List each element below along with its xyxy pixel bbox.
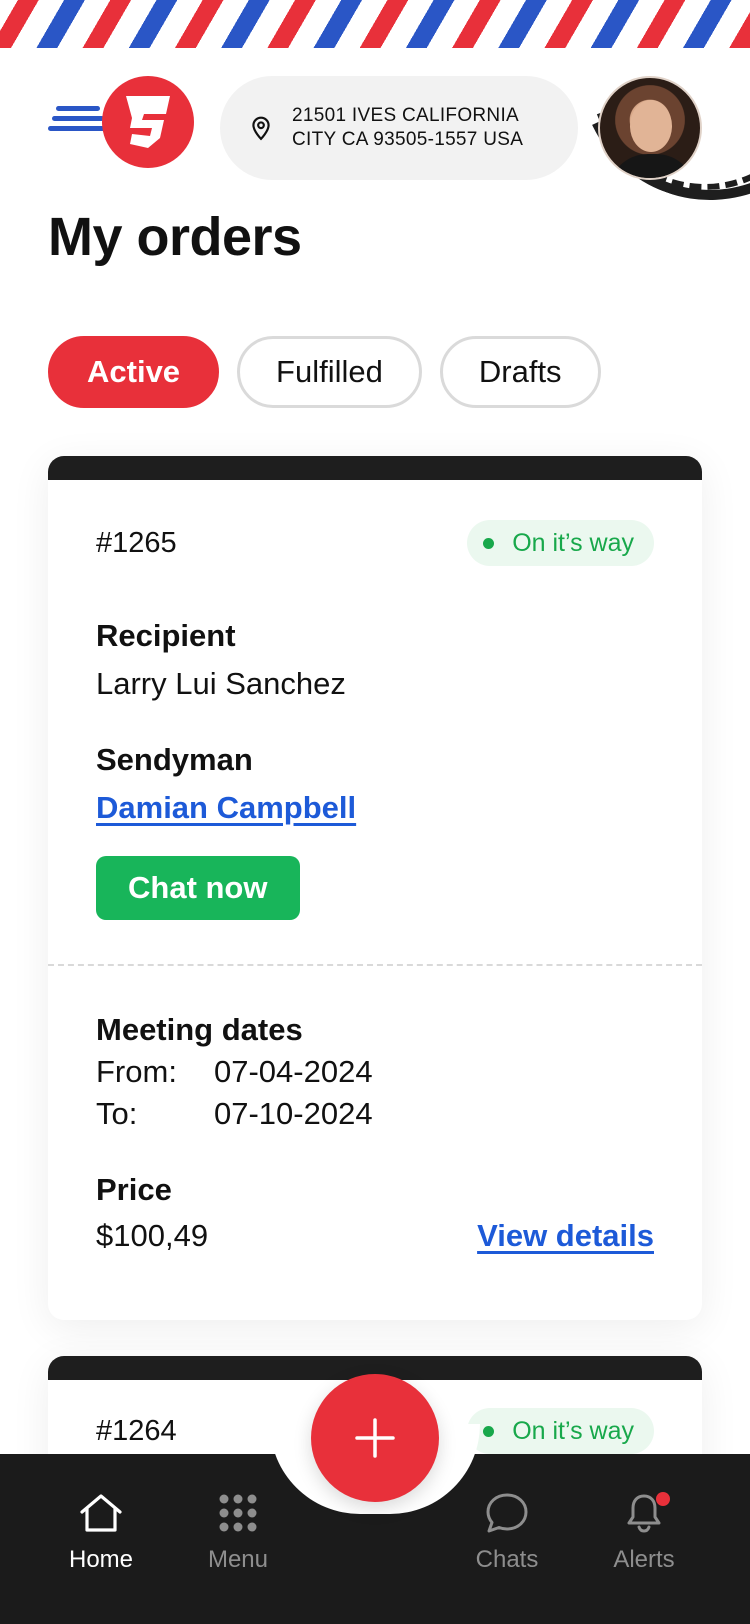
price-section: Price $100,49 View details	[96, 1172, 654, 1254]
page-title: My orders	[48, 207, 302, 267]
location-pin-icon	[252, 116, 270, 141]
user-avatar[interactable]	[598, 76, 702, 180]
nav-menu-label: Menu	[207, 1546, 269, 1573]
nav-home[interactable]: Home	[41, 1492, 161, 1574]
order-card-details: Meeting dates From: 07-04-2024 To: 07-10…	[48, 966, 702, 1254]
card-top-bar	[48, 456, 702, 480]
alert-notification-dot	[656, 1492, 670, 1506]
recipient-label: Recipient	[96, 618, 236, 653]
home-icon	[80, 1494, 122, 1532]
chat-bubble-icon	[486, 1493, 528, 1533]
address-line-2: CITY CA 93505-1557 USA	[292, 129, 524, 150]
sendyman-link[interactable]: Damian Campbell	[96, 790, 356, 825]
sendyman-label: Sendyman	[96, 742, 253, 777]
nav-chats-label: Chats	[475, 1546, 539, 1573]
header: 21501 IVES CALIFORNIA CITY CA 93505-1557…	[48, 76, 702, 180]
tab-active[interactable]: Active	[48, 336, 220, 408]
view-details-link[interactable]: View details	[477, 1218, 654, 1254]
recipient-name: Larry Lui Sanchez	[96, 666, 346, 701]
grid-dots-icon	[219, 1494, 257, 1532]
add-order-button[interactable]	[311, 1374, 439, 1502]
price-row: $100,49 View details	[96, 1218, 654, 1254]
order-card: #1265 On it’s way Recipient Larry Lui Sa…	[48, 456, 702, 1320]
status-text: On it’s way	[512, 528, 634, 557]
logo-speed-line	[48, 126, 106, 131]
recipient-section: Recipient Larry Lui Sanchez	[96, 618, 654, 702]
chat-now-button[interactable]: Chat now	[96, 856, 300, 920]
brand-logo[interactable]	[48, 76, 194, 170]
avatar-face	[630, 100, 672, 152]
status-badge: On it’s way	[467, 520, 654, 566]
from-date: 07-04-2024	[214, 1054, 373, 1089]
tab-fulfilled[interactable]: Fulfilled	[237, 336, 422, 408]
order-id: #1264	[96, 1414, 177, 1447]
address-text: 21501 IVES CALIFORNIA CITY CA 93505-1557…	[292, 104, 523, 152]
meeting-dates-label: Meeting dates	[96, 1012, 303, 1047]
order-tabs: Active Fulfilled Drafts	[48, 336, 601, 408]
price-label: Price	[96, 1172, 172, 1207]
order-header-row: #1265 On it’s way	[96, 520, 654, 566]
status-dot-icon	[483, 1425, 495, 1437]
nav-chats[interactable]: Chats	[447, 1492, 567, 1574]
order-id: #1265	[96, 526, 177, 559]
plus-icon	[355, 1418, 395, 1458]
order-card-body: #1265 On it’s way Recipient Larry Lui Sa…	[48, 480, 702, 920]
address-line-1: 21501 IVES CALIFORNIA	[292, 105, 520, 126]
logo-speed-line	[52, 116, 104, 121]
status-dot-icon	[483, 537, 495, 549]
nav-menu[interactable]: Menu	[178, 1492, 298, 1574]
tab-drafts[interactable]: Drafts	[439, 336, 601, 408]
sendyman-section: Sendyman Damian Campbell Chat now	[96, 742, 654, 920]
meeting-dates: From: 07-04-2024 To: 07-10-2024	[96, 1054, 654, 1132]
to-date: 07-10-2024	[214, 1096, 373, 1131]
nav-alerts[interactable]: Alerts	[584, 1492, 704, 1574]
logo-speed-line	[56, 106, 100, 111]
status-text: On it’s way	[512, 1416, 634, 1445]
nav-alerts-label: Alerts	[613, 1546, 675, 1573]
to-label: To:	[96, 1096, 138, 1131]
avatar-shirt	[608, 154, 696, 178]
status-badge: On it’s way	[467, 1408, 654, 1454]
nav-home-label: Home	[68, 1546, 134, 1573]
brand-s-logo-icon	[102, 76, 194, 168]
address-selector[interactable]: 21501 IVES CALIFORNIA CITY CA 93505-1557…	[220, 76, 578, 180]
app-screen: 21501 IVES CALIFORNIA CITY CA 93505-1557…	[0, 0, 750, 1624]
from-label: From:	[96, 1054, 177, 1089]
price-value: $100,49	[96, 1218, 209, 1253]
